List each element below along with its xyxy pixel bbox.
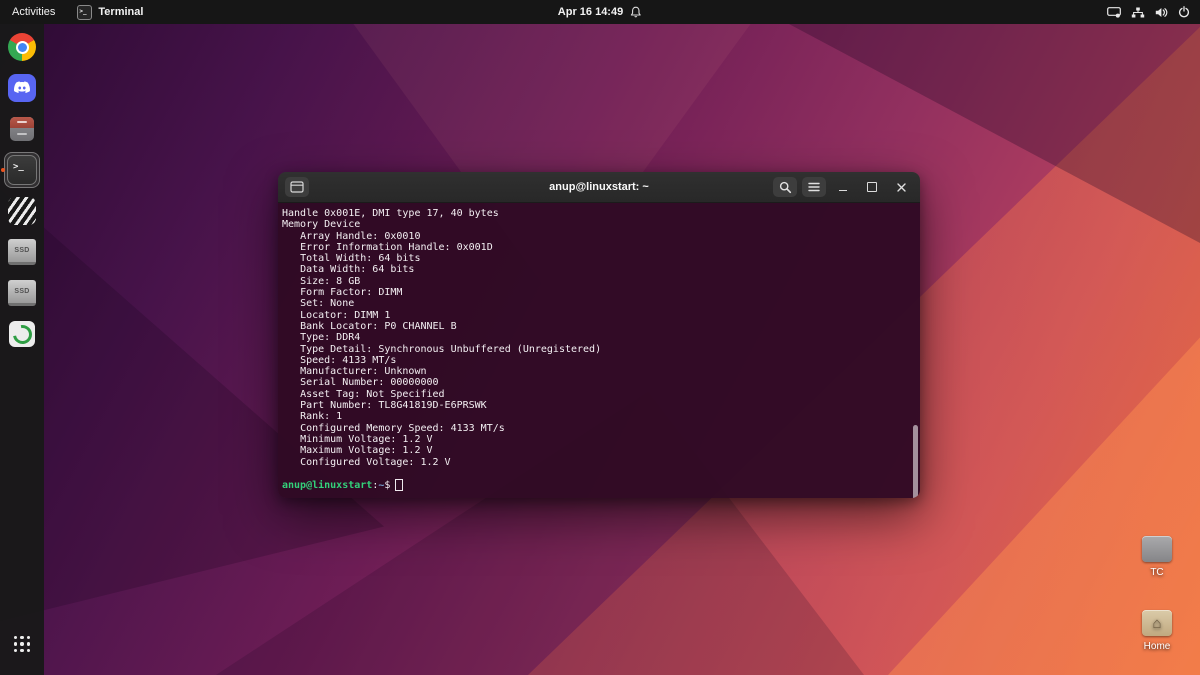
dock-item-terminal[interactable]: [4, 152, 40, 188]
ssd-drive-icon: SSD: [8, 239, 36, 265]
terminal-prompt: anup@linuxstart:~$: [282, 479, 912, 491]
maximize-button[interactable]: [860, 177, 884, 197]
clock-label: Apr 16 14:49: [558, 6, 623, 18]
terminal-titlebar[interactable]: anup@linuxstart: ~: [278, 172, 920, 203]
screencast-icon: [1107, 7, 1121, 18]
minimize-button[interactable]: [831, 177, 855, 197]
striped-app-icon: [8, 197, 36, 225]
system-menu-button[interactable]: [1107, 6, 1192, 18]
ssd-drive-icon: SSD: [8, 280, 36, 306]
dock-item-ssd-drive-2[interactable]: SSD: [4, 275, 40, 311]
sync-arrows-icon: [9, 321, 35, 347]
volume-icon: [1155, 7, 1168, 18]
network-icon: [1131, 7, 1145, 18]
terminal-icon: [7, 155, 37, 185]
prompt-user-host: anup@linuxstart: [282, 480, 372, 491]
dock-item-chrome[interactable]: [4, 29, 40, 65]
top-bar: Activities Terminal Apr 16 14:49: [0, 0, 1200, 24]
clock-button[interactable]: Apr 16 14:49: [558, 6, 642, 18]
chrome-icon: [8, 33, 36, 61]
dock-item-discord[interactable]: [4, 70, 40, 106]
search-button[interactable]: [773, 177, 797, 197]
terminal-cursor: [395, 479, 403, 491]
window-title: anup@linuxstart: ~: [549, 181, 649, 193]
desktop-icon-home[interactable]: Home: [1133, 610, 1181, 652]
desktop-icon-tc[interactable]: TC: [1133, 536, 1181, 578]
terminal-scrollbar[interactable]: [913, 425, 918, 498]
discord-icon: [8, 74, 36, 102]
ssd-label: SSD: [14, 288, 29, 295]
app-grid-icon: [14, 636, 30, 652]
desktop-icon-label: Home: [1144, 641, 1171, 652]
app-menu-button[interactable]: Terminal: [77, 5, 143, 20]
new-tab-button[interactable]: [285, 177, 309, 197]
maximize-icon: [867, 182, 877, 192]
dock-item-striped-app[interactable]: [4, 193, 40, 229]
terminal-screen[interactable]: Handle 0x001E, DMI type 17, 40 bytes Mem…: [278, 203, 920, 498]
power-icon: [1178, 6, 1190, 18]
hamburger-menu-icon: [808, 182, 820, 192]
prompt-symbol: $: [384, 480, 390, 491]
terminal-window: anup@linuxstart: ~: [278, 172, 920, 498]
close-button[interactable]: [889, 177, 913, 197]
show-applications-button[interactable]: [4, 626, 40, 662]
notifications-bell-icon: [630, 6, 642, 18]
activities-button[interactable]: Activities: [8, 6, 59, 18]
terminal-app-icon: [77, 5, 92, 20]
close-icon: [896, 182, 907, 193]
minimize-icon: [839, 183, 847, 191]
file-manager-icon: [10, 117, 34, 141]
dock-item-ssd-drive-1[interactable]: SSD: [4, 234, 40, 270]
tc-folder-icon: [1142, 536, 1172, 562]
desktop: Activities Terminal Apr 16 14:49: [0, 0, 1200, 675]
running-indicator-dot: [1, 168, 5, 172]
menu-button[interactable]: [802, 177, 826, 197]
app-menu-label: Terminal: [98, 6, 143, 18]
ssd-label: SSD: [14, 247, 29, 254]
desktop-icon-label: TC: [1150, 567, 1163, 578]
dock-item-files[interactable]: [4, 111, 40, 147]
new-tab-icon: [290, 181, 304, 193]
terminal-output: Handle 0x001E, DMI type 17, 40 bytes Mem…: [282, 208, 912, 468]
search-icon: [779, 181, 792, 194]
dock-item-sync-app[interactable]: [4, 316, 40, 352]
dock: SSD SSD: [0, 24, 44, 675]
home-folder-icon: [1142, 610, 1172, 636]
